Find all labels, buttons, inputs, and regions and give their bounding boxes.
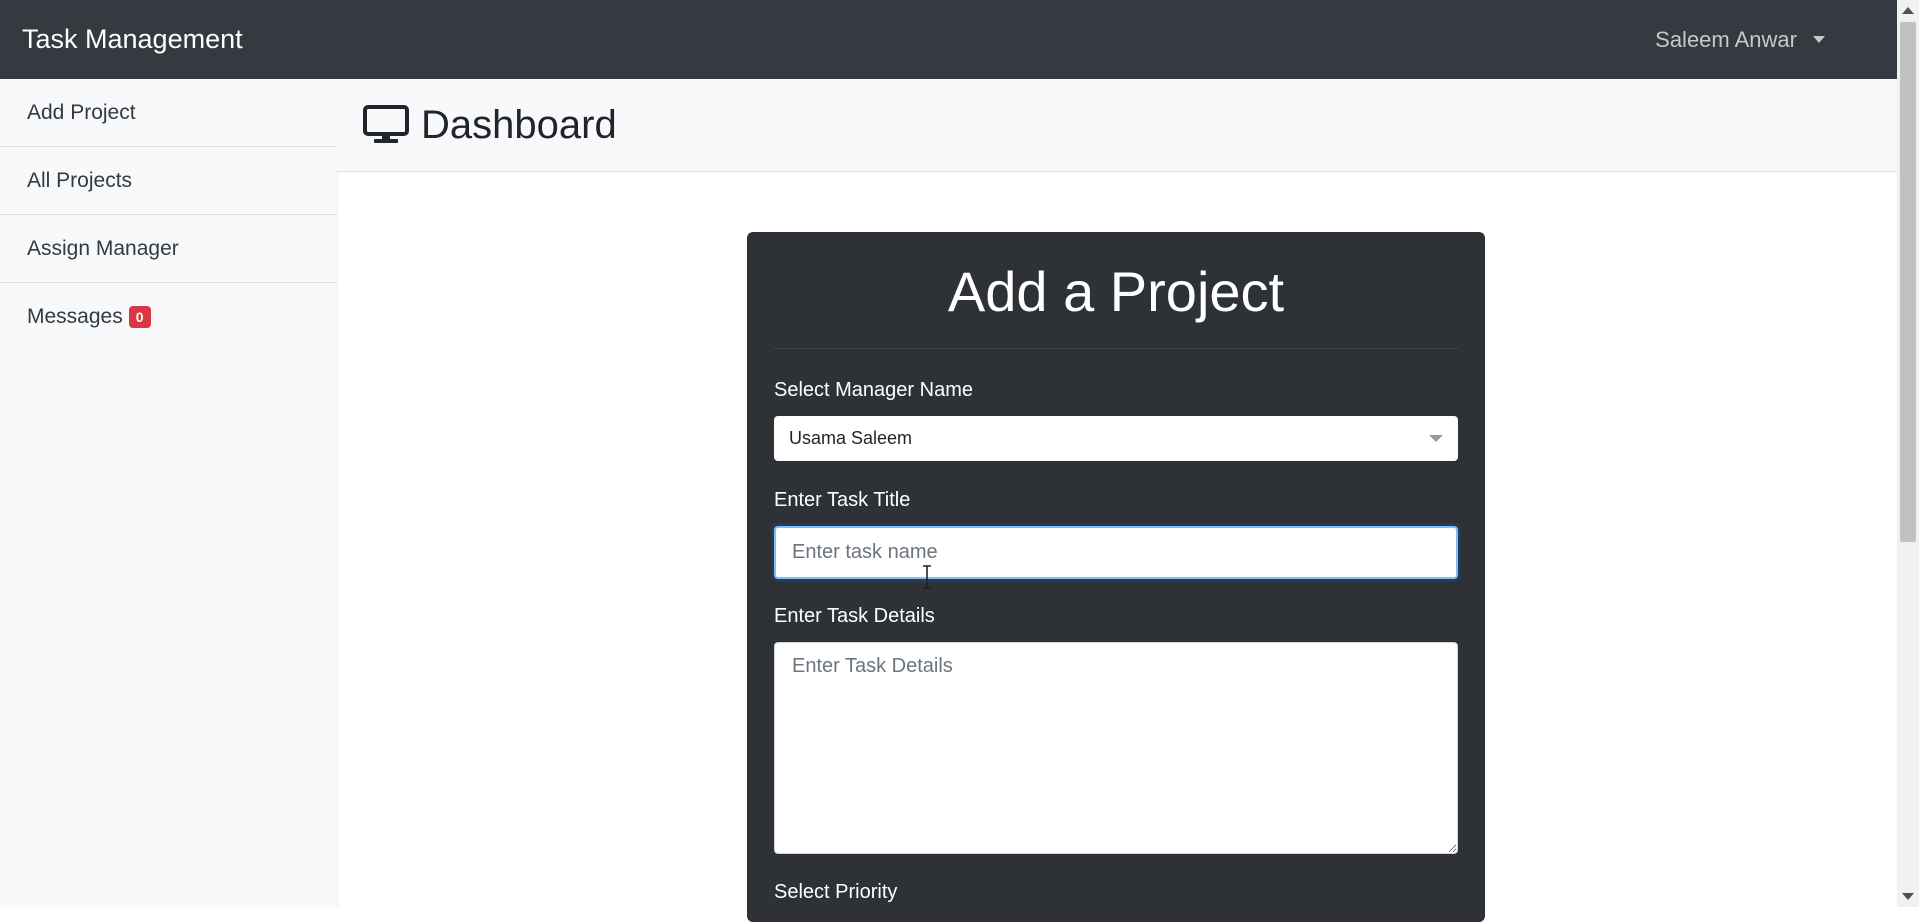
text-cursor-icon bbox=[922, 565, 932, 594]
sidebar-item-label: Assign Manager bbox=[27, 236, 179, 260]
page-header: Dashboard bbox=[337, 79, 1897, 172]
sidebar: Add Project All Projects Assign Manager … bbox=[0, 79, 338, 907]
sidebar-item-messages[interactable]: Messages 0 bbox=[0, 283, 337, 351]
add-project-card: Add a Project Select Manager Name Usama … bbox=[747, 232, 1485, 922]
page-title: Dashboard bbox=[421, 102, 617, 147]
manager-select-value: Usama Saleem bbox=[789, 428, 913, 448]
task-details-textarea[interactable] bbox=[774, 642, 1458, 854]
top-navbar: Task Management Saleem Anwar bbox=[0, 0, 1897, 79]
monitor-icon bbox=[363, 105, 409, 145]
sidebar-item-all-projects[interactable]: All Projects bbox=[0, 147, 337, 215]
form-title: Add a Project bbox=[774, 232, 1458, 349]
manager-select[interactable]: Usama Saleem bbox=[774, 416, 1458, 461]
scroll-down-icon[interactable] bbox=[1902, 893, 1914, 900]
caret-down-icon bbox=[1813, 36, 1825, 43]
manager-select-label: Select Manager Name bbox=[774, 379, 973, 401]
user-name: Saleem Anwar bbox=[1655, 26, 1797, 52]
sidebar-item-label: All Projects bbox=[27, 168, 133, 192]
sidebar-item-label: Messages bbox=[27, 305, 123, 328]
scrollbar-thumb[interactable] bbox=[1900, 22, 1916, 542]
task-details-label: Enter Task Details bbox=[774, 605, 935, 627]
sidebar-item-assign-manager[interactable]: Assign Manager bbox=[0, 215, 337, 283]
app-brand[interactable]: Task Management bbox=[22, 24, 243, 55]
scroll-up-icon[interactable] bbox=[1902, 7, 1914, 14]
task-title-input[interactable] bbox=[774, 526, 1458, 579]
priority-select-label: Select Priority bbox=[774, 881, 898, 903]
messages-count-badge: 0 bbox=[128, 306, 151, 328]
task-title-label: Enter Task Title bbox=[774, 489, 911, 511]
page-scrollbar[interactable] bbox=[1897, 0, 1919, 907]
user-menu-toggle[interactable]: Saleem Anwar bbox=[1655, 27, 1825, 53]
sidebar-item-add-project[interactable]: Add Project bbox=[0, 79, 337, 147]
sidebar-item-label: Add Project bbox=[27, 100, 136, 124]
chevron-down-icon bbox=[1429, 435, 1443, 442]
